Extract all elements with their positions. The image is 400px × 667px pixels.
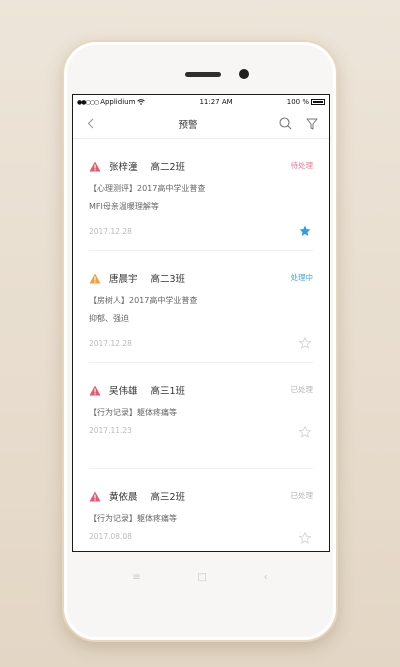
alert-description: 【房树人】2017高中学业普查 抑郁、强迫 bbox=[89, 292, 197, 328]
student-class: 高二3班 bbox=[150, 274, 186, 285]
alert-card[interactable]: 吴伟雄 高三1班 已处理 【行为记录】躯体疼痛等 2017.11.23 bbox=[89, 363, 313, 469]
alert-list: 张梓潼 高二2班 待处理 【心理测评】2017高中学业普查 MFI母亲温暖理解等… bbox=[73, 139, 329, 551]
front-camera bbox=[239, 69, 249, 79]
student-name: 黄依晨 bbox=[109, 492, 138, 503]
status-left: ●●○○○ Applidium bbox=[77, 98, 146, 106]
filter-icon bbox=[306, 118, 318, 129]
alert-description: 【行为记录】躯体疼痛等 bbox=[89, 404, 177, 422]
alert-card-header: 唐晨宇 高二3班 处理中 bbox=[89, 271, 313, 285]
warning-icon bbox=[89, 273, 101, 283]
hardware-nav-bar: ≡ □ ‹ bbox=[64, 572, 336, 583]
alert-description-line: 抑郁、强迫 bbox=[89, 314, 129, 323]
filter-button[interactable] bbox=[305, 117, 319, 131]
search-button[interactable] bbox=[279, 117, 293, 131]
student-class: 高三2班 bbox=[150, 492, 186, 503]
home-key-icon[interactable]: □ bbox=[197, 572, 206, 583]
carrier-label: Applidium bbox=[100, 98, 136, 106]
phone-frame: ●●○○○ Applidium 11:27 AM 100 % 预警 张梓潼 高二… bbox=[62, 40, 338, 642]
student-name: 张梓潼 bbox=[109, 162, 138, 173]
menu-key-icon[interactable]: ≡ bbox=[132, 572, 140, 583]
student-name: 吴伟雄 bbox=[109, 386, 138, 397]
alert-description-line: 【行为记录】躯体疼痛等 bbox=[89, 514, 177, 523]
student-name: 唐晨宇 bbox=[109, 274, 138, 285]
warning-icon bbox=[89, 385, 101, 395]
status-badge: 处理中 bbox=[290, 273, 314, 282]
alert-date: 2017.08.08 bbox=[89, 532, 132, 541]
alert-card[interactable]: 唐晨宇 高二3班 处理中 【房树人】2017高中学业普查 抑郁、强迫 2017.… bbox=[89, 251, 313, 363]
star-outline-icon[interactable] bbox=[299, 532, 311, 544]
chevron-left-icon bbox=[87, 118, 93, 129]
status-time: 11:27 AM bbox=[199, 98, 233, 106]
status-bar: ●●○○○ Applidium 11:27 AM 100 % bbox=[73, 95, 329, 109]
alert-card[interactable]: 黄依晨 高三2班 已处理 【行为记录】躯体疼痛等 2017.08.08 bbox=[89, 469, 313, 551]
star-outline-icon[interactable] bbox=[299, 426, 311, 438]
star-icon[interactable] bbox=[299, 225, 311, 237]
alert-description: 【心理测评】2017高中学业普查 MFI母亲温暖理解等 bbox=[89, 180, 205, 216]
status-badge: 待处理 bbox=[290, 161, 314, 170]
alert-description-line: 【房树人】2017高中学业普查 bbox=[89, 296, 198, 305]
battery-icon bbox=[310, 99, 325, 105]
alert-card-header: 黄依晨 高三2班 已处理 bbox=[89, 489, 313, 503]
signal-icon: ●●○○○ bbox=[77, 98, 99, 106]
status-badge: 已处理 bbox=[290, 385, 314, 394]
alert-date: 2017.12.28 bbox=[89, 227, 132, 236]
search-icon bbox=[279, 117, 292, 130]
alert-date: 2017.11.23 bbox=[89, 426, 132, 435]
alert-description-line: MFI母亲温暖理解等 bbox=[89, 202, 159, 211]
alert-card-header: 张梓潼 高二2班 待处理 bbox=[89, 159, 313, 173]
wifi-icon bbox=[137, 99, 146, 105]
star-outline-icon[interactable] bbox=[299, 337, 311, 349]
back-key-icon[interactable]: ‹ bbox=[264, 572, 268, 583]
status-badge: 已处理 bbox=[290, 491, 314, 500]
alert-description-line: 【心理测评】2017高中学业普查 bbox=[89, 184, 206, 193]
nav-bar: 预警 bbox=[73, 109, 329, 139]
warning-icon bbox=[89, 161, 101, 171]
alert-card[interactable]: 张梓潼 高二2班 待处理 【心理测评】2017高中学业普查 MFI母亲温暖理解等… bbox=[89, 139, 313, 251]
speaker-grille bbox=[185, 72, 221, 77]
student-class: 高二2班 bbox=[150, 162, 186, 173]
battery-label: 100 % bbox=[286, 98, 309, 106]
back-button[interactable] bbox=[83, 117, 97, 131]
status-right: 100 % bbox=[287, 98, 325, 106]
alert-description-line: 【行为记录】躯体疼痛等 bbox=[89, 408, 177, 417]
page-title: 预警 bbox=[178, 119, 198, 131]
app-screen: ●●○○○ Applidium 11:27 AM 100 % 预警 张梓潼 高二… bbox=[72, 94, 330, 552]
nav-actions bbox=[279, 117, 319, 131]
warning-icon bbox=[89, 491, 101, 501]
alert-card-header: 吴伟雄 高三1班 已处理 bbox=[89, 383, 313, 397]
student-class: 高三1班 bbox=[150, 386, 186, 397]
alert-description: 【行为记录】躯体疼痛等 bbox=[89, 510, 177, 528]
alert-date: 2017.12.28 bbox=[89, 339, 132, 348]
